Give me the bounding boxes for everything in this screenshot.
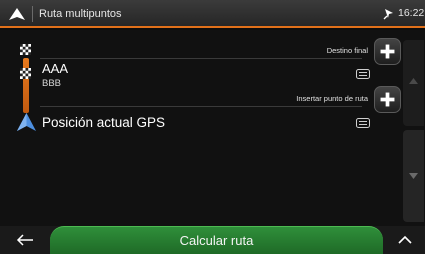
insertar-punto-label: Insertar punto de ruta (296, 94, 368, 103)
checkered-flag-icon (20, 44, 31, 55)
origin-label[interactable]: Posición actual GPS (42, 115, 165, 130)
waypoint-name[interactable]: AAA (42, 61, 68, 76)
scroll-up-button[interactable] (403, 40, 424, 126)
clock: 16:22 (398, 7, 425, 19)
back-arrow-icon[interactable] (14, 230, 36, 250)
nav-logo-icon[interactable] (9, 8, 25, 20)
menu-icon[interactable] (356, 69, 370, 79)
scroll-up-icon (409, 78, 418, 84)
plus-icon (380, 44, 395, 59)
gps-signal-icon (383, 9, 393, 20)
divider (40, 106, 362, 107)
destino-final-label: Destino final (326, 46, 368, 55)
scroll-down-icon (409, 173, 418, 179)
calculate-route-button[interactable]: Calcular ruta (50, 226, 383, 254)
checkered-flag-icon (20, 68, 31, 79)
navigation-arrow-icon (17, 113, 36, 131)
plus-icon (380, 92, 395, 107)
add-destination-button[interactable] (374, 38, 401, 65)
chevron-up-icon[interactable] (395, 232, 415, 248)
route-connector (23, 58, 29, 113)
scroll-down-button[interactable] (403, 130, 424, 222)
insert-waypoint-button[interactable] (374, 86, 401, 113)
menu-icon[interactable] (356, 118, 370, 128)
page-title: Ruta multipuntos (32, 6, 128, 22)
divider (40, 58, 362, 59)
waypoint-detail[interactable]: BBB (42, 78, 61, 89)
